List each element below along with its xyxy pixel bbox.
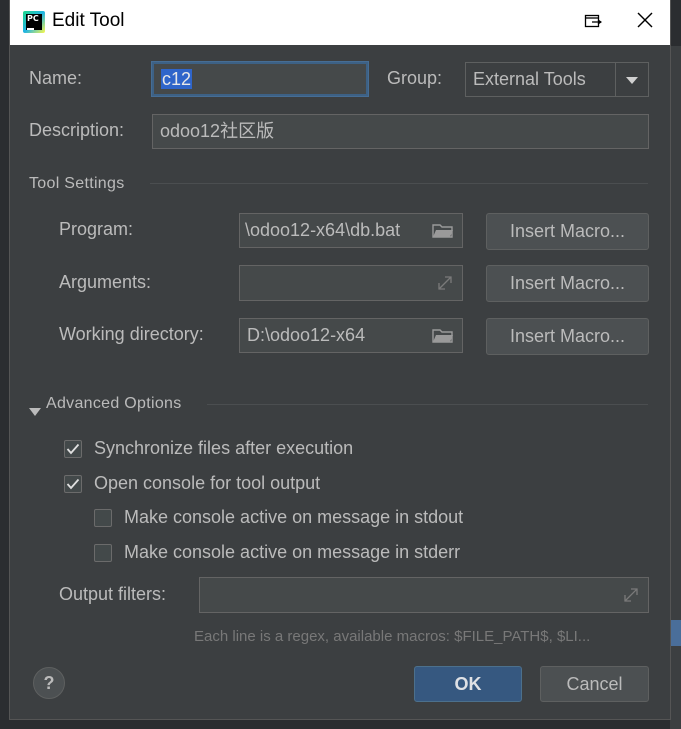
pycharm-app-icon: PC <box>23 11 45 33</box>
expand-icon[interactable] <box>436 274 454 292</box>
working-directory-input[interactable]: D:\odoo12-x64 <box>239 318 463 353</box>
insert-macro-label: Insert Macro... <box>509 221 626 241</box>
restore-button[interactable] <box>578 8 608 36</box>
help-button[interactable]: ? <box>33 667 65 699</box>
working-directory-insert-macro-button[interactable]: Insert Macro... <box>486 318 649 355</box>
checkmark-icon <box>66 475 80 494</box>
console-stdout-checkbox[interactable] <box>94 509 112 527</box>
console-stderr-checkbox[interactable] <box>94 544 112 562</box>
open-console-checkbox[interactable] <box>64 475 82 493</box>
expand-icon[interactable] <box>622 586 640 604</box>
output-filters-label: Output filters: <box>59 584 167 604</box>
app-icon-text: PC <box>27 14 39 23</box>
restore-icon <box>584 13 603 32</box>
name-value: c12 <box>161 69 193 89</box>
open-console-label[interactable]: Open console for tool output <box>94 473 320 494</box>
sync-files-label[interactable]: Synchronize files after execution <box>94 438 353 459</box>
checkmark-icon <box>66 440 80 459</box>
chevron-down-icon <box>626 63 638 96</box>
description-value: odoo12社区版 <box>160 121 275 141</box>
insert-macro-label: Insert Macro... <box>509 326 626 346</box>
program-input[interactable]: \odoo12-x64\db.bat <box>239 213 463 248</box>
background-accent <box>670 620 681 646</box>
ok-button[interactable]: OK <box>414 666 522 702</box>
description-input[interactable]: odoo12社区版 <box>152 114 649 149</box>
group-value: External Tools <box>473 69 586 89</box>
triangle-down-icon <box>29 402 41 421</box>
sync-files-checkbox[interactable] <box>64 440 82 458</box>
close-icon <box>637 12 653 32</box>
window-title: Edit Tool <box>52 10 125 31</box>
close-button[interactable] <box>630 8 660 36</box>
insert-macro-label: Insert Macro... <box>509 273 626 293</box>
tool-settings-divider <box>150 183 648 184</box>
title-bar[interactable]: PC Edit Tool <box>10 0 670 45</box>
console-stdout-label[interactable]: Make console active on message in stdout <box>124 507 463 528</box>
advanced-options-title: Advanced Options <box>46 395 182 412</box>
name-label: Name: <box>29 68 83 88</box>
help-icon: ? <box>43 672 55 693</box>
advanced-options-divider <box>207 404 648 405</box>
program-value: \odoo12-x64\db.bat <box>245 220 401 240</box>
folder-icon[interactable] <box>432 328 454 344</box>
description-label: Description: <box>29 120 125 140</box>
cancel-button[interactable]: Cancel <box>540 666 649 702</box>
group-dropdown-button[interactable] <box>615 63 648 96</box>
group-combo[interactable]: External Tools <box>465 62 649 97</box>
arguments-insert-macro-button[interactable]: Insert Macro... <box>486 265 649 302</box>
tool-settings-title: Tool Settings <box>29 175 125 192</box>
ok-label: OK <box>454 673 482 694</box>
name-input[interactable]: c12 <box>152 62 368 96</box>
folder-icon[interactable] <box>432 223 454 239</box>
working-directory-value: D:\odoo12-x64 <box>247 325 366 345</box>
arguments-input[interactable] <box>239 265 463 301</box>
group-label: Group: <box>387 68 443 88</box>
program-insert-macro-button[interactable]: Insert Macro... <box>486 213 649 250</box>
arguments-label: Arguments: <box>59 272 152 292</box>
edit-tool-dialog: PC Edit Tool Name: c12 Group: External T… <box>10 0 670 719</box>
cancel-label: Cancel <box>566 673 623 694</box>
console-stderr-label[interactable]: Make console active on message in stderr <box>124 542 460 563</box>
working-directory-label: Working directory: <box>59 324 204 344</box>
program-label: Program: <box>59 219 134 239</box>
output-filters-hint: Each line is a regex, available macros: … <box>194 628 591 645</box>
output-filters-input[interactable] <box>199 577 649 613</box>
